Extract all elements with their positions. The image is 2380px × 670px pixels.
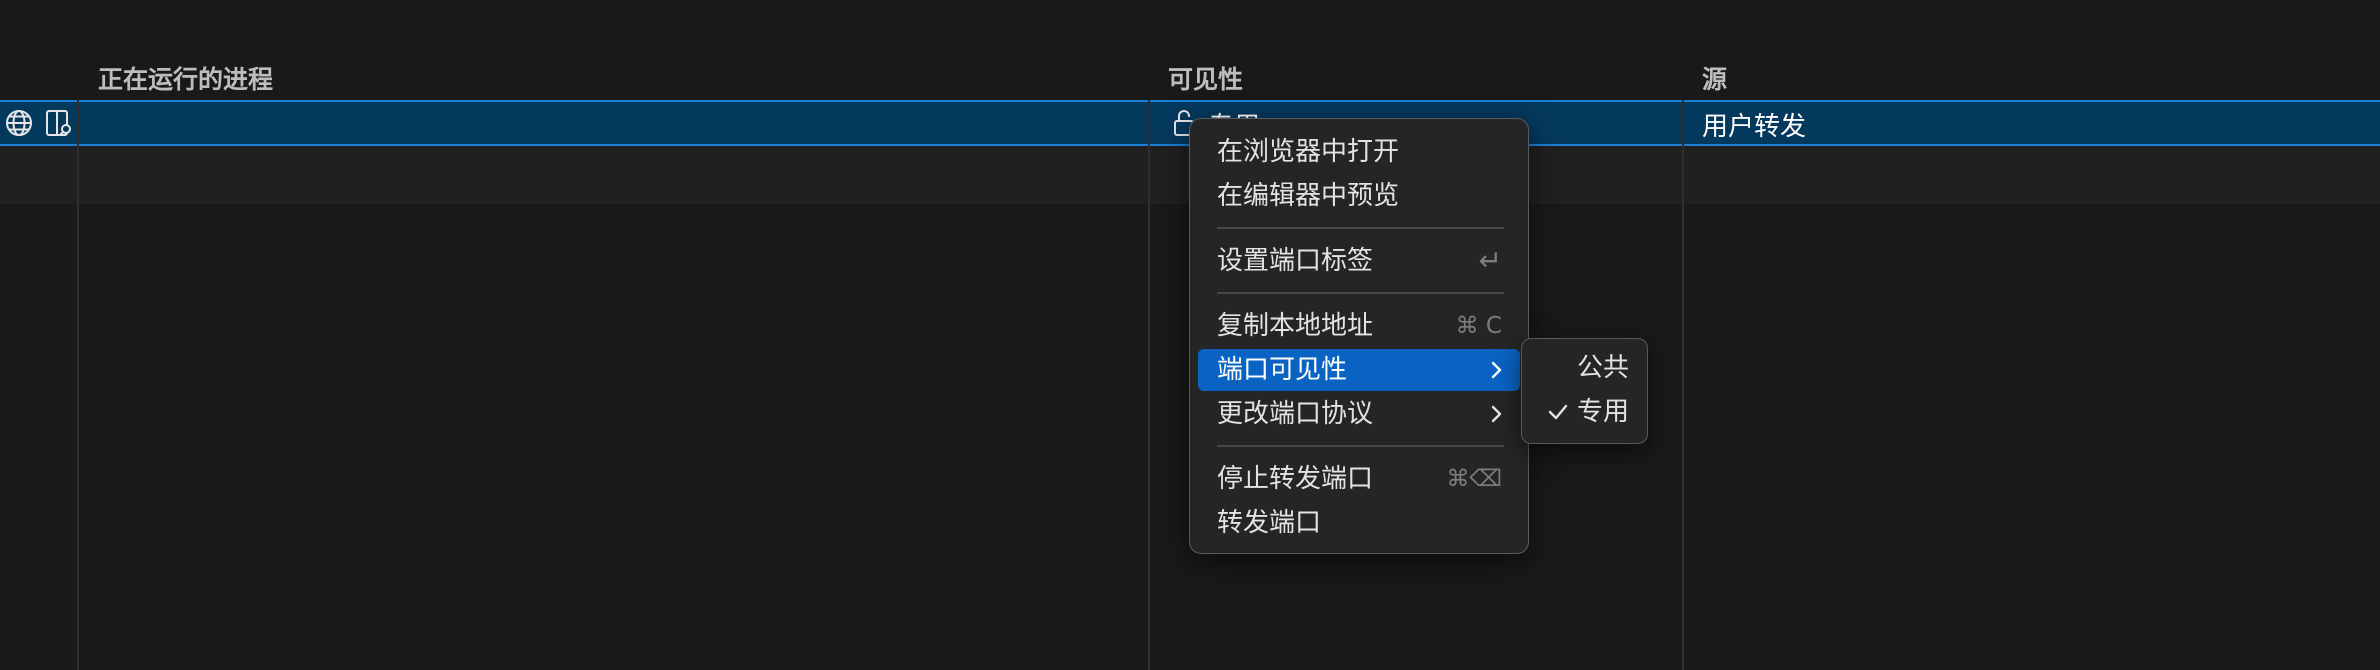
copy-shortcut: ⌘ C <box>1455 313 1502 339</box>
menu-item-label: 转发端口 <box>1217 508 1322 538</box>
column-header-visibility[interactable]: 可见性 <box>1168 60 1243 96</box>
column-divider <box>1682 100 1684 670</box>
menu-item-preview-in-editor[interactable]: 在编辑器中预览 <box>1198 175 1520 217</box>
menu-separator <box>1217 227 1504 229</box>
context-menu: 在浏览器中打开 在编辑器中预览 设置端口标签 ↵ 复制本地地址 ⌘ C 端口可见… <box>1189 118 1529 554</box>
menu-item-label: 更改端口协议 <box>1217 399 1374 429</box>
origin-value: 用户转发 <box>1702 112 1807 142</box>
menu-item-set-port-label[interactable]: 设置端口标签 ↵ <box>1198 240 1520 282</box>
menu-item-label: 端口可见性 <box>1217 355 1348 385</box>
column-header-process[interactable]: 正在运行的进程 <box>98 60 273 96</box>
menu-item-open-in-browser[interactable]: 在浏览器中打开 <box>1198 131 1520 173</box>
submenu-item-label: 公共 <box>1577 353 1630 383</box>
visibility-submenu: 公共 专用 <box>1521 338 1648 444</box>
checkmark-icon <box>1548 404 1568 420</box>
menu-separator <box>1217 292 1504 294</box>
menu-item-label: 设置端口标签 <box>1217 246 1374 276</box>
preview-icon[interactable] <box>44 108 74 138</box>
menu-item-copy-local-address[interactable]: 复制本地地址 ⌘ C <box>1198 305 1520 347</box>
menu-item-label: 在浏览器中打开 <box>1217 137 1400 167</box>
menu-item-label: 复制本地地址 <box>1217 311 1374 341</box>
menu-item-stop-forwarding-port[interactable]: 停止转发端口 ⌘⌫ <box>1198 458 1520 500</box>
chevron-right-icon <box>1491 361 1502 379</box>
menu-separator <box>1217 445 1504 447</box>
column-divider <box>77 100 79 670</box>
chevron-right-icon <box>1491 405 1502 423</box>
delete-shortcut: ⌘⌫ <box>1446 466 1502 492</box>
menu-item-label: 在编辑器中预览 <box>1217 181 1400 211</box>
enter-key-shortcut: ↵ <box>1478 244 1502 277</box>
submenu-item-public[interactable]: 公共 <box>1530 347 1639 389</box>
menu-item-change-port-protocol[interactable]: 更改端口协议 <box>1198 393 1520 435</box>
submenu-item-private[interactable]: 专用 <box>1530 391 1639 433</box>
menu-item-forward-port[interactable]: 转发端口 <box>1198 502 1520 544</box>
menu-item-port-visibility[interactable]: 端口可见性 <box>1198 349 1520 391</box>
column-header-origin[interactable]: 源 <box>1702 60 1727 96</box>
globe-icon[interactable] <box>4 108 34 138</box>
column-divider <box>1148 100 1150 670</box>
menu-item-label: 停止转发端口 <box>1217 464 1374 494</box>
submenu-item-label: 专用 <box>1577 397 1630 427</box>
